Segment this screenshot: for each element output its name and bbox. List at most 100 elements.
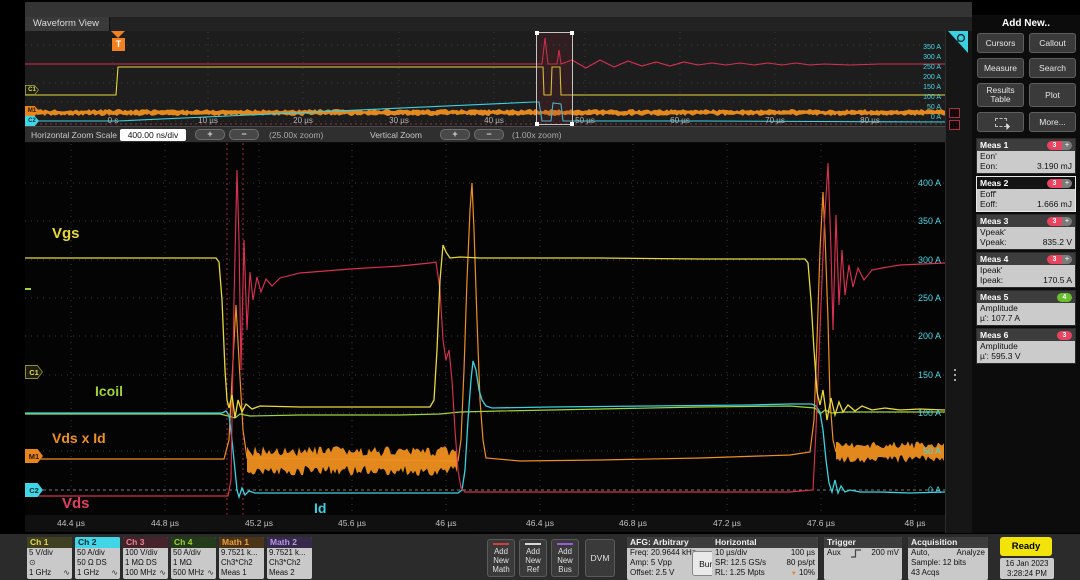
add-new-button[interactable]: Add New Bus: [551, 539, 579, 577]
trace-vds-overview: [25, 38, 945, 68]
measurement-value: 835.2 V: [1043, 238, 1072, 248]
zoom-selection-box[interactable]: [536, 32, 573, 125]
channel-name: Ch 4: [171, 537, 216, 548]
trigger-position-marker[interactable]: T: [111, 31, 125, 51]
channel-badge[interactable]: Ch 3 100 V/div 1 MΩ DS 100 MHz∿: [123, 537, 168, 579]
source-badge: 3 +: [1047, 141, 1072, 150]
panel-button[interactable]: More...: [1029, 112, 1076, 132]
channel-badges: Ch 1 5 V/div ⊙ 1 GHz∿ Ch 2 50 A/div 50 Ω…: [27, 537, 312, 579]
panel-button[interactable]: Results Table: [977, 83, 1024, 107]
measurement-badge[interactable]: Meas 6 3 Amplitude µ': 595.3 V: [976, 328, 1076, 364]
panel-button[interactable]: Search: [1029, 58, 1076, 78]
horizontal-zoom-scale-input[interactable]: 400.00 ns/div: [120, 129, 186, 141]
divider-handle-icon[interactable]: [954, 366, 956, 384]
time-tick-label: 46.4 µs: [518, 518, 562, 528]
vzoom-plus-button[interactable]: +: [440, 129, 470, 140]
trace-power-band: [25, 109, 945, 116]
time-tick-label: 46.8 µs: [611, 518, 655, 528]
horizontal-title: Horizontal: [712, 537, 818, 548]
time-tick-label: 47.6 µs: [799, 518, 843, 528]
vzoom-minus-button[interactable]: −: [474, 129, 504, 140]
ch4-zero-tick: [25, 288, 31, 290]
tab-bar: Waveform View: [25, 17, 972, 31]
gutter-mini-icon[interactable]: [949, 120, 960, 130]
channel-badge[interactable]: Math 1 9.7521 k... Ch3*Ch2 Meas 1: [219, 537, 264, 579]
overview-waveforms: [25, 31, 945, 127]
measurement-badge[interactable]: Meas 4 3 + Ipeak' Ipeak:170.5 A: [976, 252, 1076, 288]
expansion-point-icon: ▼: [791, 571, 797, 577]
add-new-button[interactable]: Add New Math: [487, 539, 515, 577]
measurement-badge[interactable]: Meas 5 4 Amplitude µ': 107.7 A: [976, 290, 1076, 326]
panel-button-label: Cursors: [986, 39, 1016, 48]
amplitude-label: 250 A: [901, 293, 941, 303]
overview-zoom-corner-icon[interactable]: [946, 29, 970, 60]
type-color-strip: [557, 543, 573, 545]
bandwidth-icon: ∿: [159, 568, 166, 578]
oscilloscope-screen: Waveform View 0 s10 µs20 µs30 µs40 µs50 …: [0, 0, 1080, 580]
amplitude-label: 0 A: [901, 485, 941, 495]
trigger-t-icon: T: [112, 38, 125, 51]
panel-button-label: Plot: [1045, 91, 1060, 100]
expand-icon[interactable]: +: [1062, 141, 1072, 150]
time-tick-label: 20 µs: [286, 116, 320, 125]
trace-vgs: [25, 245, 945, 420]
panel-divider: [945, 31, 972, 533]
dvm-button[interactable]: DVM: [585, 539, 615, 577]
wave-label-vds-x-id: Vds x Id: [52, 430, 106, 446]
measurement-name: Meas 2: [980, 178, 1008, 188]
trace-id: [25, 361, 945, 497]
channel-badge[interactable]: Ch 4 50 A/div 1 MΩ 500 MHz∿: [171, 537, 216, 579]
probe-icon: ⊙: [29, 558, 36, 568]
channel-badge[interactable]: Ch 2 50 A/div 50 Ω DS 1 GHz∿: [75, 537, 120, 579]
amplitude-label: 100 A: [905, 94, 941, 101]
panel-button[interactable]: Cursors: [977, 33, 1024, 53]
expand-icon[interactable]: +: [1062, 217, 1072, 226]
main-waveforms: [25, 143, 945, 515]
time-tick-label: 45.6 µs: [330, 518, 374, 528]
trigger-arrow-icon: [111, 31, 125, 38]
panel-button[interactable]: Plot: [1029, 83, 1076, 107]
acquisition-badge[interactable]: Acquisition Auto,Analyze Sample: 12 bits…: [908, 537, 988, 580]
channel-badge[interactable]: Math 2 9.7521 k... Ch3*Ch2 Meas 2: [267, 537, 312, 579]
time-tick-label: 80 µs: [853, 116, 887, 125]
measurement-badge[interactable]: Meas 1 3 + Eon' Eon:3.190 mJ: [976, 138, 1076, 174]
amplitude-label: 400 A: [901, 178, 941, 188]
amplitude-label: 350 A: [901, 216, 941, 226]
horizontal-badge[interactable]: Horizontal 10 µs/div100 µs SR: 12.5 GS/s…: [712, 537, 818, 580]
hzoom-minus-button[interactable]: −: [229, 129, 259, 140]
source-badge: 4: [1057, 293, 1072, 302]
panel-button[interactable]: [977, 112, 1024, 132]
panel-button[interactable]: Callout: [1029, 33, 1076, 53]
trace-vds: [25, 163, 945, 496]
channel-badge[interactable]: Ch 1 5 V/div ⊙ 1 GHz∿: [27, 537, 72, 579]
measurement-badge[interactable]: Meas 2 3 + Eoff' Eoff:1.666 mJ: [976, 176, 1076, 212]
time-tick-label: 46 µs: [424, 518, 468, 528]
panel-button-label: Measure: [984, 64, 1017, 73]
trigger-badge[interactable]: Trigger Aux200 mV: [824, 537, 902, 580]
main-time-axis: 44.4 µs44.8 µs45.2 µs45.6 µs46 µs46.4 µs…: [25, 515, 945, 532]
hzoom-plus-button[interactable]: +: [195, 129, 225, 140]
time-tick-label: 30 µs: [382, 116, 416, 125]
measurement-badge[interactable]: Meas 3 3 + Vpeak' Vpeak:835.2 V: [976, 214, 1076, 250]
source-badge: 3: [1057, 331, 1072, 340]
bandwidth-icon: ∿: [207, 568, 214, 578]
time-tick-label: 60 µs: [663, 116, 697, 125]
add-new-button[interactable]: Add New Ref: [519, 539, 547, 577]
gutter-mini-icon[interactable]: [949, 108, 960, 118]
overview-plot[interactable]: 0 s10 µs20 µs30 µs40 µs50 µs60 µs70 µs80…: [25, 31, 945, 127]
expand-icon[interactable]: +: [1062, 255, 1072, 264]
datetime-display: 16 Jan 2023 3:28:24 PM: [1000, 558, 1054, 579]
main-waveform-plot[interactable]: 400 A350 A300 A250 A200 A150 A100 A50 A0…: [25, 143, 945, 515]
source-badge: 3 +: [1047, 217, 1072, 226]
wave-label-icoil: Icoil: [95, 383, 123, 399]
time-tick-label: 70 µs: [758, 116, 792, 125]
source-badge: 3 +: [1047, 179, 1072, 188]
panel-button[interactable]: Measure: [977, 58, 1024, 78]
measurement-name: Meas 5: [980, 292, 1008, 302]
amplitude-label: 150 A: [901, 370, 941, 380]
expand-icon[interactable]: +: [1062, 179, 1072, 188]
trace-power-math: [25, 183, 836, 461]
menu-bar: [25, 2, 972, 17]
tab-waveform-view[interactable]: Waveform View: [25, 17, 110, 31]
time-tick-label: 47.2 µs: [705, 518, 749, 528]
